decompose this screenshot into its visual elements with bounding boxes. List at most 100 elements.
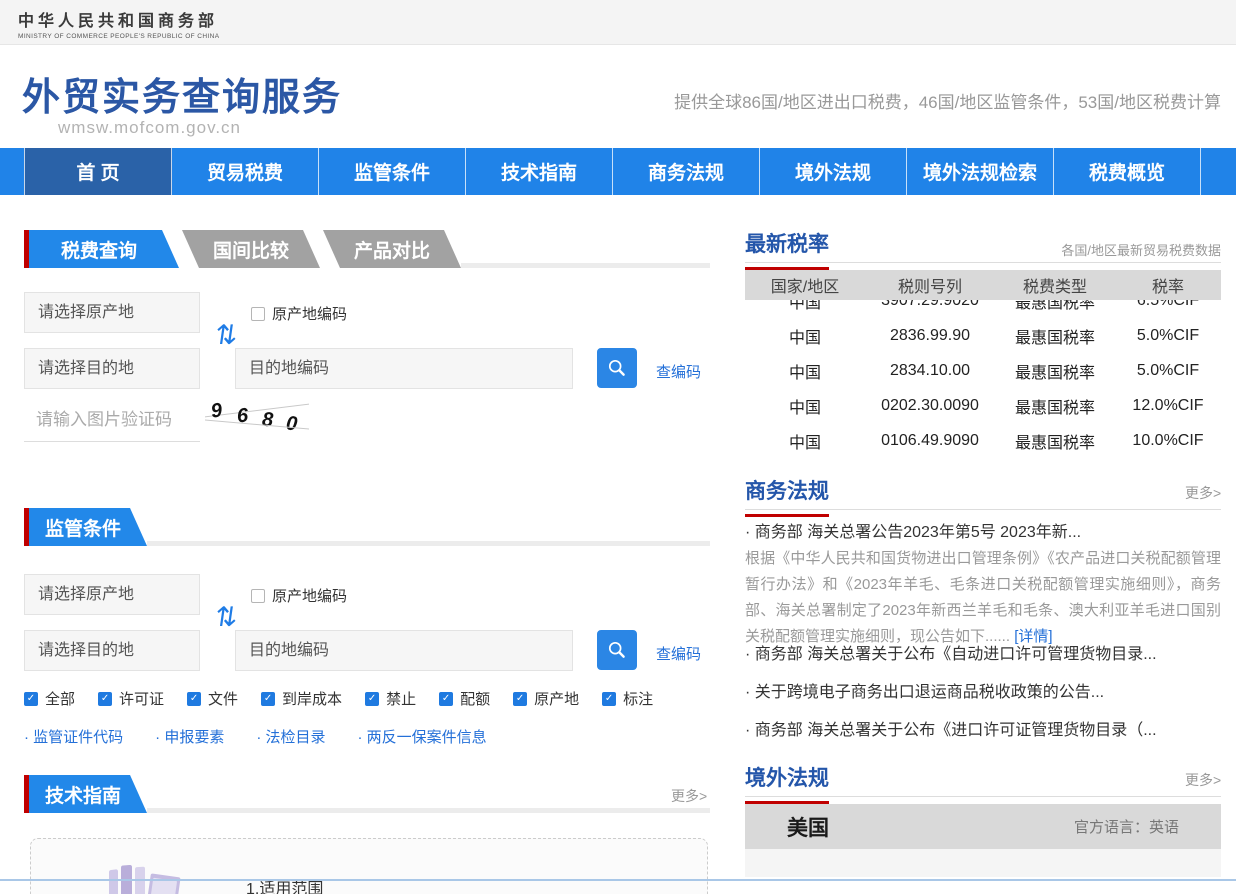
country-language: 官方语言：英语 xyxy=(1074,816,1179,837)
country-card-header[interactable]: 美国 官方语言：英语 xyxy=(745,804,1221,849)
nav-item-tech-guide[interactable]: 技术指南 xyxy=(466,148,613,195)
filter-document[interactable]: 文件 xyxy=(187,688,238,709)
regulation-item[interactable]: · 商务部 海关总署关于公布《进口许可证管理货物目录（... xyxy=(745,716,1221,740)
tech-guide-section-title[interactable]: 技术指南 xyxy=(29,775,147,813)
foreign-regs-header: 境外法规 xyxy=(745,762,1221,797)
page: 中华人民共和国商务部 MINISTRY OF COMMERCE PEOPLE'S… xyxy=(0,0,1236,894)
table-row[interactable]: 中国2836.99.90最惠国税率5.0%CIF xyxy=(745,318,1221,353)
supervision-section-title[interactable]: 监管条件 xyxy=(29,508,147,546)
foreign-regs-more-link[interactable]: 更多> xyxy=(1185,770,1221,790)
country-name[interactable]: 美国 xyxy=(787,812,829,842)
col-country: 国家/地区 xyxy=(745,273,865,297)
regulation-item[interactable]: · 商务部 海关总署关于公布《自动进口许可管理货物目录... xyxy=(745,640,1221,664)
supervision-section-header: 监管条件 xyxy=(24,508,710,546)
page-title: 外贸实务查询服务 xyxy=(22,66,342,121)
nav-item-foreign-regs-search[interactable]: 境外法规检索 xyxy=(907,148,1054,195)
table-row[interactable]: 中国0202.30.0090最惠国税率12.0%CIF xyxy=(745,388,1221,423)
supervision-filter-row: 全部 许可证 文件 到岸成本 禁止 配额 原产地 标注 xyxy=(24,688,653,709)
red-accent-bar xyxy=(24,775,29,813)
captcha-digit: 0 xyxy=(285,412,298,436)
latest-rates-table: 国家/地区 税则号列 税费类型 税率 中国3907.29.9020最惠国税率6.… xyxy=(745,270,1221,462)
foreign-regs-title[interactable]: 境外法规 xyxy=(745,762,829,804)
checkbox-label: 原产地编码 xyxy=(272,585,347,606)
captcha-digit: 9 xyxy=(209,399,223,423)
link-trade-remedy-cases[interactable]: · 两反一保案件信息 xyxy=(358,726,487,747)
regulations-header: 商务法规 xyxy=(745,475,1221,510)
supervision-destination-code-input[interactable] xyxy=(235,630,573,671)
captcha-image[interactable]: 9 6 8 0 xyxy=(205,398,309,438)
supervision-origin-select[interactable] xyxy=(24,574,200,615)
table-row[interactable]: 中国3907.29.9020最惠国税率6.5%CIF xyxy=(745,300,1221,318)
destination-code-input[interactable] xyxy=(235,348,573,389)
lookup-code-link[interactable]: 查编码 xyxy=(656,361,701,382)
search-button[interactable] xyxy=(597,348,637,388)
checkbox-box[interactable] xyxy=(251,307,265,321)
filter-origin[interactable]: 原产地 xyxy=(513,688,579,709)
guide-first-item[interactable]: 1.适用范围 xyxy=(246,875,323,894)
table-row[interactable]: 中国0106.49.9090最惠国税率10.0%CIF xyxy=(745,423,1221,458)
tech-guide-more-link[interactable]: 更多> xyxy=(671,786,707,806)
nav-item-supervision[interactable]: 监管条件 xyxy=(319,148,466,195)
mofcom-logo[interactable]: 中华人民共和国商务部 MINISTRY OF COMMERCE PEOPLE'S… xyxy=(18,7,219,40)
lookup-code-link[interactable]: 查编码 xyxy=(656,643,701,664)
tab-country-compare[interactable]: 国间比较 xyxy=(182,230,320,268)
supervision-links-row: · 监管证件代码 · 申报要素 · 法检目录 · 两反一保案件信息 xyxy=(24,726,487,747)
checkbox-label: 原产地编码 xyxy=(272,303,347,324)
link-declaration-elements[interactable]: · 申报要素 xyxy=(155,726,224,747)
main-nav: 首 页 贸易税费 监管条件 技术指南 商务法规 境外法规 境外法规检索 税费概览 xyxy=(0,148,1236,195)
tab-filler-line xyxy=(147,508,710,546)
table-row[interactable]: 中国2834.10.00最惠国税率5.0%CIF xyxy=(745,353,1221,388)
regulations-title[interactable]: 商务法规 xyxy=(745,475,829,517)
summary-text: 根据《中华人民共和国货物进出口管理条例》《农产品进口关税配额管理暂行办法》和《2… xyxy=(745,550,1221,645)
swap-icon[interactable]: ⇅ xyxy=(213,602,240,633)
filter-quota[interactable]: 配额 xyxy=(439,688,490,709)
nav-item-foreign-regs[interactable]: 境外法规 xyxy=(760,148,907,195)
regulation-item[interactable]: · 关于跨境电子商务出口退运商品税收政策的公告... xyxy=(745,678,1221,702)
latest-rates-title[interactable]: 最新税率 xyxy=(745,228,829,270)
captcha-digit: 8 xyxy=(261,409,273,433)
checkbox-box[interactable] xyxy=(251,589,265,603)
tech-guide-section-header: 技术指南 xyxy=(24,775,710,813)
filter-prohibited[interactable]: 禁止 xyxy=(365,688,416,709)
regulation-summary: 根据《中华人民共和国货物进出口管理条例》《农产品进口关税配额管理暂行办法》和《2… xyxy=(745,546,1221,650)
query-tab-bar: 税费查询 国间比较 产品对比 xyxy=(24,230,710,268)
nav-item-tax-overview[interactable]: 税费概览 xyxy=(1054,148,1201,195)
site-domain: wmsw.mofcom.gov.cn xyxy=(58,118,241,138)
site-tagline: 提供全球86国/地区进出口税费，46国/地区监管条件，53国/地区税费计算 xyxy=(674,88,1221,113)
logo-text-en: MINISTRY OF COMMERCE PEOPLE'S REPUBLIC O… xyxy=(18,33,219,40)
swap-icon[interactable]: ⇅ xyxy=(213,320,240,351)
latest-rates-subtitle: 各国/地区最新贸易税费数据 xyxy=(1061,240,1221,259)
link-supervision-cert-codes[interactable]: · 监管证件代码 xyxy=(24,726,123,747)
nav-item-trade-tax[interactable]: 贸易税费 xyxy=(172,148,319,195)
supervision-destination-select[interactable] xyxy=(24,630,200,671)
filter-cif-cost[interactable]: 到岸成本 xyxy=(261,688,342,709)
tab-filler-line xyxy=(461,230,710,268)
tab-tax-query[interactable]: 税费查询 xyxy=(29,230,179,268)
magnifier-icon xyxy=(607,358,627,378)
filter-marking[interactable]: 标注 xyxy=(602,688,653,709)
red-accent-bar xyxy=(24,230,29,268)
regulations-more-link[interactable]: 更多> xyxy=(1185,483,1221,503)
magnifier-icon xyxy=(607,640,627,660)
col-rate: 税率 xyxy=(1115,273,1221,297)
captcha-input[interactable] xyxy=(24,398,200,442)
filter-all[interactable]: 全部 xyxy=(24,688,75,709)
destination-select[interactable] xyxy=(24,348,200,389)
red-accent-bar xyxy=(24,508,29,546)
country-card-body xyxy=(745,849,1221,877)
bottom-divider-line xyxy=(0,879,1236,881)
nav-item-commerce-regs[interactable]: 商务法规 xyxy=(613,148,760,195)
link-inspection-catalog[interactable]: · 法检目录 xyxy=(256,726,325,747)
tech-guide-card[interactable]: 1.适用范围 xyxy=(30,838,708,894)
nav-item-home[interactable]: 首 页 xyxy=(24,148,172,195)
latest-rates-header: 最新税率 各国/地区最新贸易税费数据 xyxy=(745,228,1221,263)
supervision-search-button[interactable] xyxy=(597,630,637,670)
filter-license[interactable]: 许可证 xyxy=(98,688,164,709)
tab-product-compare[interactable]: 产品对比 xyxy=(323,230,461,268)
col-tax-type: 税费类型 xyxy=(995,273,1115,297)
origin-select[interactable] xyxy=(24,292,200,333)
regulation-headline[interactable]: · 商务部 海关总署公告2023年第5号 2023年新... xyxy=(745,518,1221,542)
supervision-origin-code-checkbox[interactable]: 原产地编码 xyxy=(251,585,347,606)
origin-code-checkbox[interactable]: 原产地编码 xyxy=(251,303,347,324)
col-hs-code: 税则号列 xyxy=(865,273,995,297)
